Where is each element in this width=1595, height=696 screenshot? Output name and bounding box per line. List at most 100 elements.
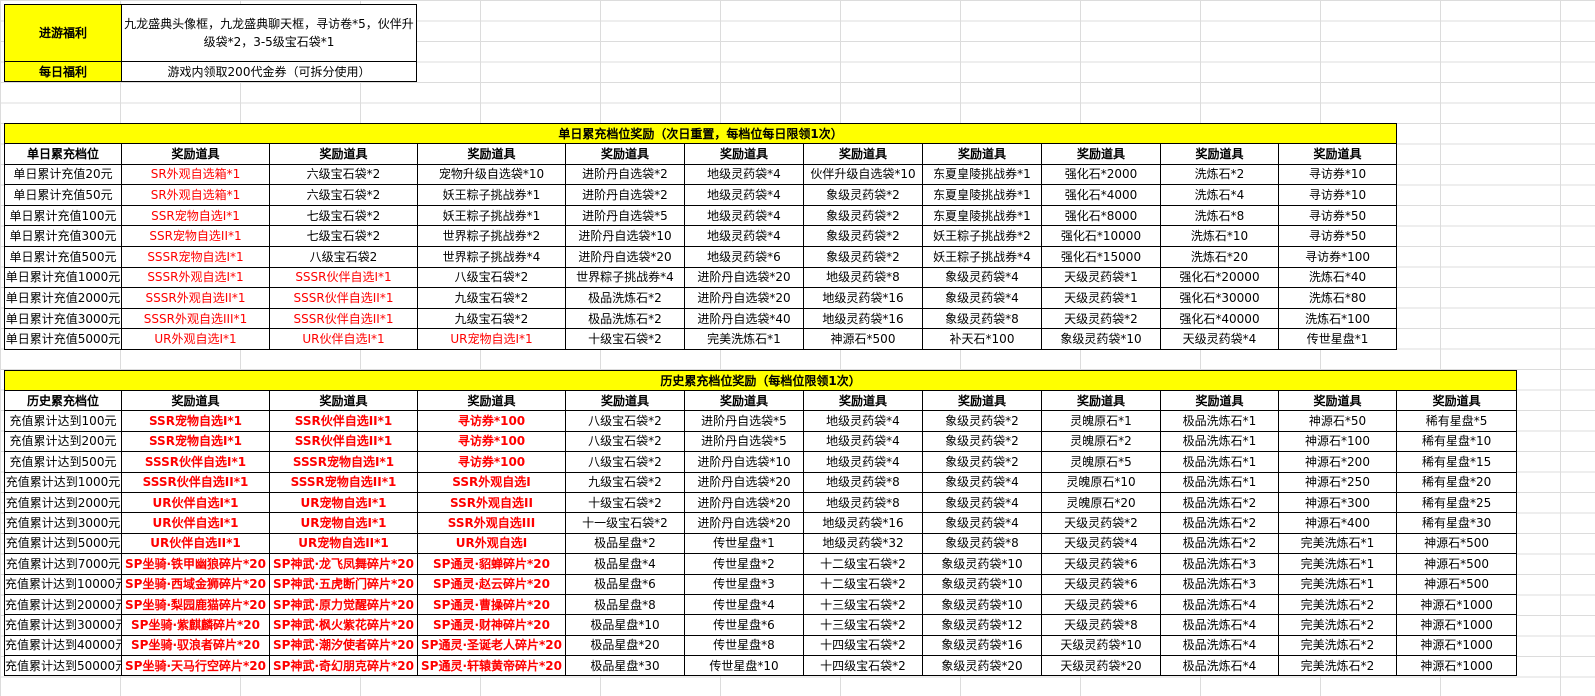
table-row: 充值累计达到5000元 UR伙伴自选II*1 UR宠物自选II*1 UR外观自选I 极品…	[4, 532, 1518, 555]
reward-cell: SP坐骑·紫麒麟碎片*20	[121, 614, 270, 636]
column-header: 奖励道具	[922, 143, 1042, 165]
reward-cell: 地级灵药袋*4	[684, 204, 804, 227]
reward-cell: 地级灵药袋*16	[803, 307, 923, 330]
reward-cell: SP通灵·曹操碎片*20	[417, 593, 566, 616]
reward-cell: 妖王粽子挑战券*2	[922, 225, 1042, 247]
reward-cell: 十一级宝石袋*2	[565, 512, 685, 534]
column-header: 奖励道具	[922, 389, 1042, 412]
reward-cell: 九级宝石袋*2	[417, 287, 566, 309]
reward-cell: 地级灵药袋*32	[803, 532, 923, 555]
reward-cell: 地级灵药袋*16	[803, 287, 923, 309]
history-header-row: 历史累充档位 奖励道具 奖励道具 奖励道具 奖励道具 奖励道具 奖励道具 奖励道具 奖励道具 奖励…	[4, 389, 1518, 412]
reward-cell: 象级灵药袋*4	[922, 266, 1042, 289]
reward-cell: 象级灵药袋*2	[803, 184, 923, 206]
reward-cell: 进阶丹自选袋*5	[684, 410, 804, 432]
reward-cell: 象级灵药袋*2	[803, 204, 923, 227]
reward-cell: 象级灵药袋*2	[803, 225, 923, 247]
tier-label-cell: 充值累计达到500元	[4, 451, 122, 473]
history-table-title: 历史累充档位奖励（每档位限领1次）	[3, 370, 1518, 391]
column-header: 奖励道具	[121, 143, 270, 165]
tier-label-cell: 单日累计充值5000元	[4, 328, 122, 350]
reward-cell: 象级灵药袋*4	[922, 512, 1042, 534]
tier-label-cell: 单日累计充值300元	[4, 225, 122, 247]
tier-label-cell: 充值累计达到5000元	[4, 532, 122, 555]
tier-label-cell: 充值累计达到2000元	[4, 491, 122, 514]
column-header: 奖励道具	[803, 143, 923, 165]
reward-cell: SSSR伙伴自选II*1	[269, 287, 418, 309]
reward-cell: 天级灵药袋*10	[1041, 634, 1161, 657]
table-row: 充值累计达到3000元 UR伙伴自选I*1 UR宠物自选I*1 SSR外观自选III 十…	[4, 512, 1518, 534]
column-header: 奖励道具	[565, 389, 685, 412]
welfare-value-daily: 游戏内领取200代金券（可拆分使用）	[121, 61, 417, 82]
reward-cell: 九级宝石袋*2	[565, 471, 685, 493]
reward-cell: 进阶丹自选袋*2	[565, 163, 685, 186]
reward-cell: 完美洗炼石*1	[1278, 553, 1397, 575]
reward-cell: 十四级宝石袋*2	[803, 655, 923, 677]
reward-cell: 极品星盘*8	[565, 593, 685, 616]
reward-cell: 十三级宝石袋*2	[803, 593, 923, 616]
tier-label-cell: 单日累计充值100元	[4, 204, 122, 227]
reward-cell: 地级灵药袋*8	[803, 471, 923, 493]
reward-cell: 六级宝石袋*2	[269, 184, 418, 206]
reward-cell: 十二级宝石袋*2	[803, 553, 923, 575]
reward-cell: SP神武·枫火紫花碎片*20	[269, 614, 418, 636]
reward-cell: 强化石*40000	[1160, 307, 1279, 330]
column-header: 奖励道具	[121, 389, 270, 412]
table-row: 单日累计充值2000元 SSSR外观自选II*1 SSSR伙伴自选II*1 九级宝石袋…	[4, 287, 1398, 309]
reward-cell: 极品洗炼石*4	[1160, 655, 1279, 677]
reward-cell: 传世星盘*6	[684, 614, 804, 636]
tier-label-cell: 充值累计达到40000元	[4, 634, 122, 657]
reward-cell: 进阶丹自选袋*20	[684, 287, 804, 309]
reward-cell: 极品洗炼石*4	[1160, 593, 1279, 616]
reward-cell: UR外观自选I*1	[121, 328, 270, 350]
reward-cell: SSR外观自选I	[417, 471, 566, 493]
reward-cell: 东夏皇陵挑战券*1	[922, 184, 1042, 206]
reward-cell: 灵魄原石*2	[1041, 430, 1161, 453]
reward-cell: 进阶丹自选袋*20	[684, 491, 804, 514]
reward-cell: SP通灵·圣诞老人碎片*20	[417, 634, 566, 657]
reward-cell: 极品星盘*6	[565, 573, 685, 595]
table-row: 充值累计达到200元 SSR宠物自选I*1 SSR伙伴自选II*1 寻访券*100 八级…	[4, 430, 1518, 453]
tier-label-cell: 充值累计达到7000元	[4, 553, 122, 575]
tier-label-cell: 充值累计达到20000元	[4, 593, 122, 616]
reward-cell: 地级灵药袋*6	[684, 245, 804, 268]
reward-cell: 传世星盘*1	[1277, 328, 1398, 350]
reward-cell: 神源石*500	[1395, 573, 1518, 595]
column-header: 奖励道具	[803, 389, 923, 412]
reward-cell: 妖王粽子挑战券*1	[417, 204, 566, 227]
reward-cell: 妖王粽子挑战券*1	[417, 184, 566, 206]
reward-cell: 地级灵药袋*4	[684, 163, 804, 186]
reward-cell: 天级灵药袋*8	[1041, 614, 1161, 636]
column-header: 奖励道具	[1041, 389, 1161, 412]
table-row: 单日累计充值3000元 SSSR外观自选III*1 SSSR伙伴自选II*1 九级宝石…	[4, 307, 1398, 330]
reward-cell: 极品洗炼石*2	[565, 307, 685, 330]
reward-cell: 象级灵药袋*8	[922, 532, 1042, 555]
table-row: 单日累计充值300元 SSR宠物自选II*1 七级宝石袋*2 世界粽子挑战券*2 进阶丹…	[4, 225, 1398, 247]
welfare-value-entry: 九龙盛典头像框，九龙盛典聊天框，寻访卷*5，伙伴升级袋*2，3-5级宝石袋*1	[121, 4, 417, 62]
reward-cell: 象级灵药袋*8	[922, 307, 1042, 330]
reward-cell: 稀有星盘*30	[1395, 512, 1518, 534]
table-row: 充值累计达到2000元 UR伙伴自选I*1 UR宠物自选I*1 SSR外观自选II 十级…	[4, 491, 1518, 514]
column-header: 单日累充档位	[4, 143, 122, 165]
tier-label-cell: 充值累计达到30000元	[4, 614, 122, 636]
reward-cell: 进阶丹自选袋*20	[684, 512, 804, 534]
reward-cell: 世界粽子挑战券*2	[417, 225, 566, 247]
column-header: 奖励道具	[1160, 143, 1279, 165]
reward-cell: 地级灵药袋*4	[803, 430, 923, 453]
reward-cell: 洗炼石*10	[1160, 225, 1279, 247]
reward-cell: 象级灵药袋*4	[922, 491, 1042, 514]
reward-cell: 强化石*8000	[1041, 204, 1161, 227]
reward-cell: 极品洗炼石*4	[1160, 614, 1279, 636]
reward-cell: 传世星盘*1	[684, 532, 804, 555]
reward-cell: SP神武·潮汐使者碎片*20	[269, 634, 418, 657]
history-title-row: 历史累充档位奖励（每档位限领1次）	[3, 370, 1518, 391]
tier-label-cell: 充值累计达到3000元	[4, 512, 122, 534]
column-header: 奖励道具	[1277, 143, 1398, 165]
reward-cell: 七级宝石袋*2	[269, 225, 418, 247]
tier-label-cell: 充值累计达到50000元	[4, 655, 122, 677]
column-header: 奖励道具	[269, 143, 418, 165]
reward-cell: 极品洗炼石*1	[1160, 410, 1279, 432]
reward-cell: 稀有星盘*20	[1395, 471, 1518, 493]
reward-cell: 强化石*4000	[1041, 184, 1161, 206]
reward-cell: SP坐骑·梨园鹿猫碎片*20	[121, 593, 270, 616]
